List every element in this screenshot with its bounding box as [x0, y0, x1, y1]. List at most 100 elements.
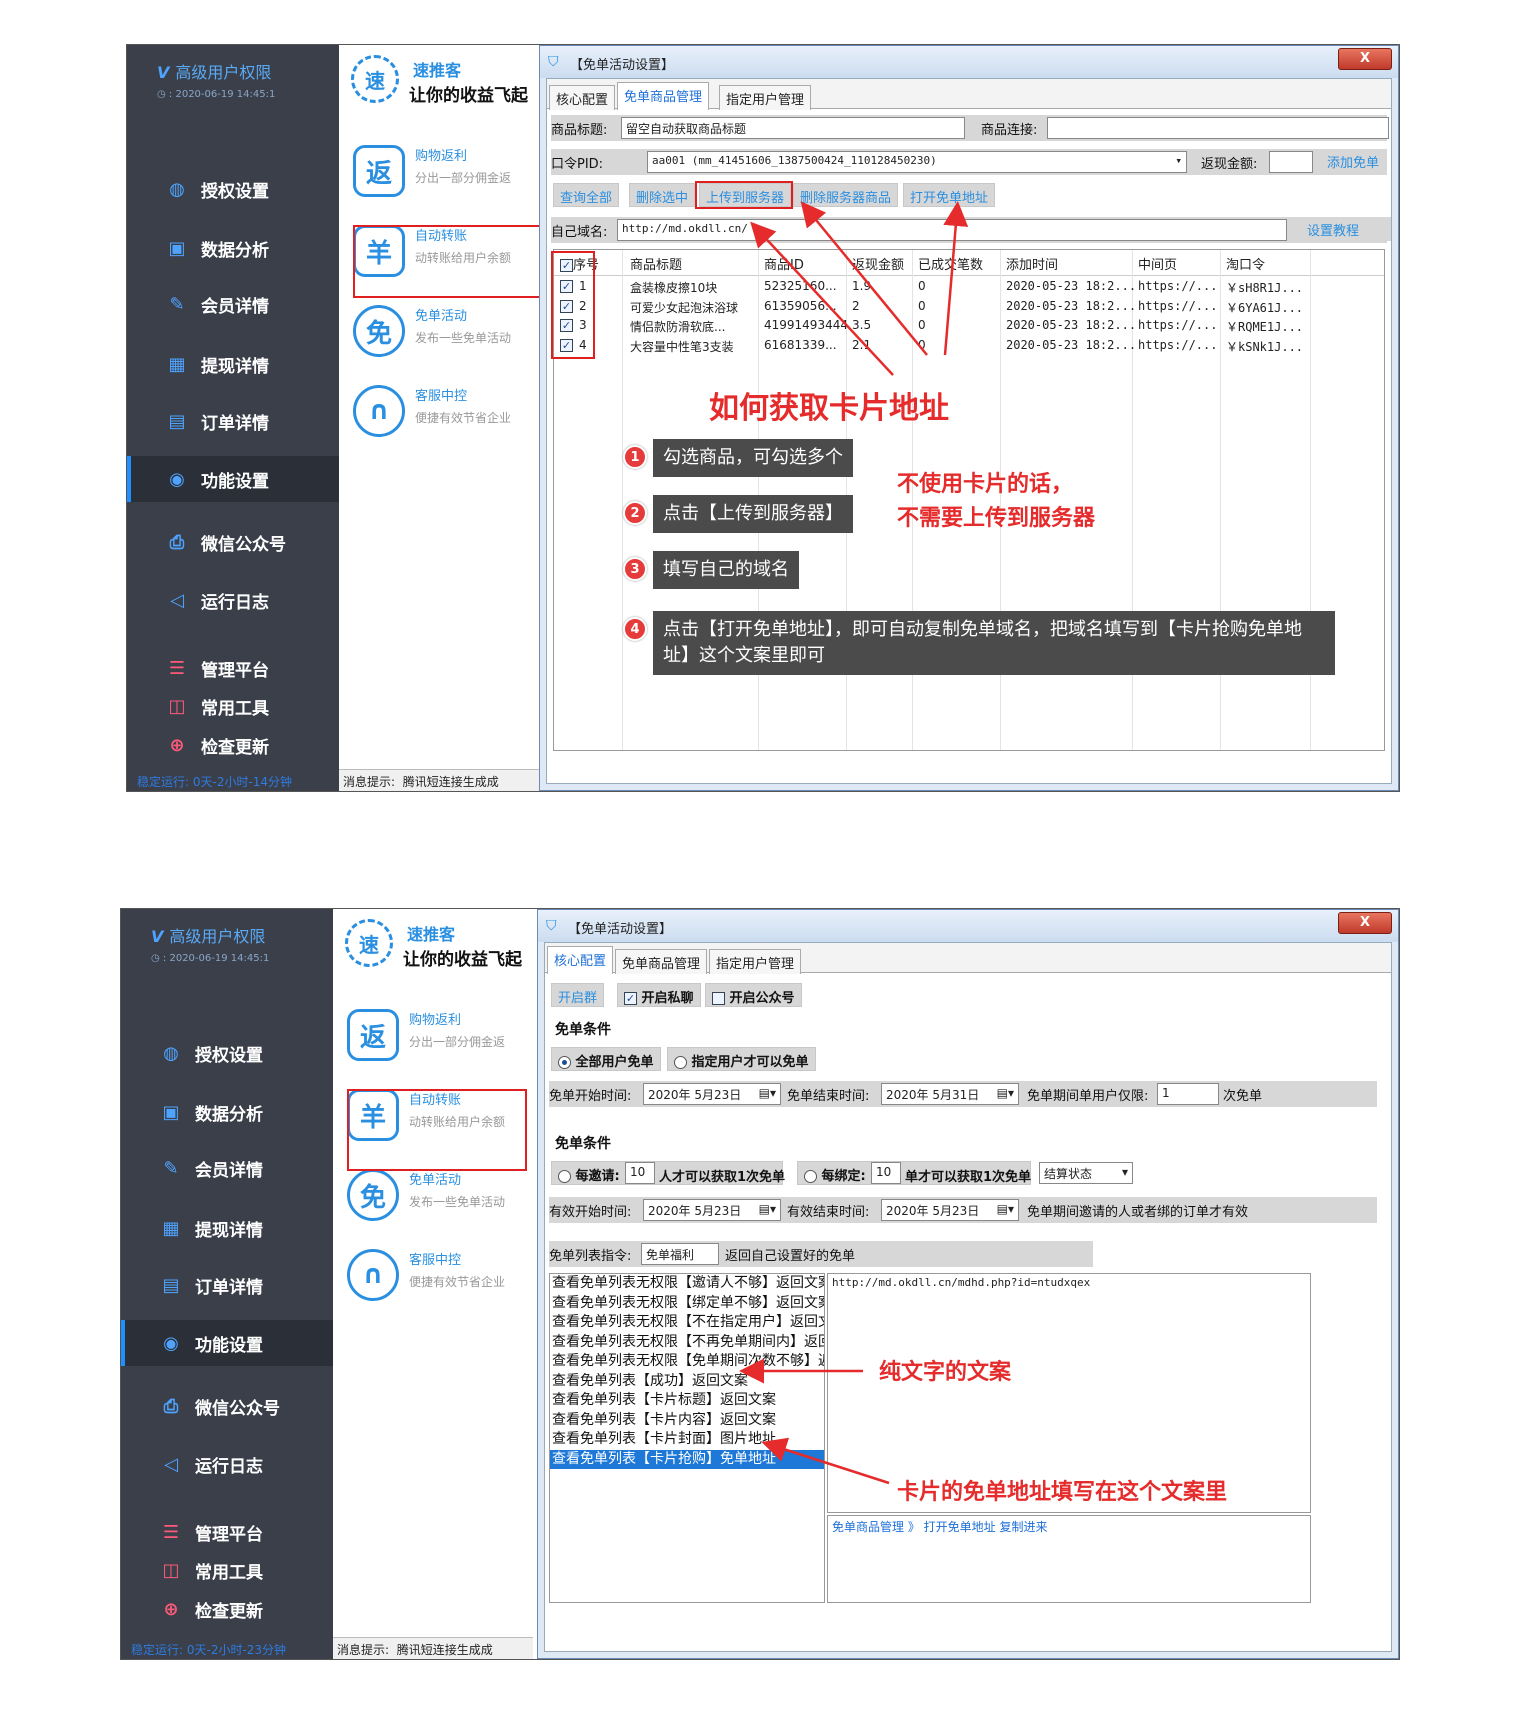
settle-status-select[interactable]: 结算状态 ▾	[1039, 1162, 1133, 1184]
tab-product-manage[interactable]: 免单商品管理	[617, 82, 710, 110]
rebate-icon: 返	[353, 145, 405, 197]
feature-free-order[interactable]: 免 免单活动 发布一些免单活动	[351, 297, 551, 367]
product-title-input[interactable]: 留空自动获取商品标题	[621, 117, 965, 139]
cashback-input[interactable]	[1269, 151, 1313, 173]
valid-start-label: 有效开始时间:	[549, 1205, 632, 1220]
product-title-row: 商品标题: 留空自动获取商品标题 商品连接:	[551, 115, 1389, 141]
tab-user-manage[interactable]: 指定用户管理	[719, 85, 812, 110]
list-item[interactable]: 查看免单列表无权限【邀请人不够】返回文案	[550, 1274, 824, 1294]
sidebar-item-withdraw[interactable]: ▦ 提现详情	[127, 341, 339, 387]
feature-rebate[interactable]: 返 购物返利 分出一部分佣金返	[351, 137, 551, 207]
close-button[interactable]: X	[1338, 912, 1392, 934]
start-date-picker[interactable]: 2020年 5月23日 ▤▾	[643, 1083, 781, 1105]
feature-free-order[interactable]: 免 免单活动 发布一些免单活动	[345, 1161, 545, 1231]
wechat-icon: ◉	[169, 468, 185, 490]
feature-desc: 便捷有效节省企业	[409, 1275, 506, 1289]
tab-core-config[interactable]: 核心配置	[547, 946, 614, 974]
list-item[interactable]: 查看免单列表无权限【绑定单不够】返回文案	[550, 1294, 824, 1314]
highlight-box	[347, 1089, 527, 1171]
official-account-checkbox[interactable]: ✓ 开启公众号	[705, 983, 802, 1007]
table-row[interactable]: ✓ 1 盒装橡皮擦10块 52325160... 1.9 0 2020-05-23 18:2…	[554, 278, 1384, 297]
delete-server-products-button[interactable]: 删除服务器商品	[793, 183, 899, 207]
delete-selected-button[interactable]: 删除选中	[629, 183, 696, 207]
valid-start-picker[interactable]: 2020年 5月23日 ▤▾	[643, 1199, 781, 1221]
sidebar-item-auth[interactable]: ◍ 授权设置	[121, 1030, 333, 1076]
status-bar: 消息提示: 腾讯短连接生成成	[339, 769, 539, 791]
sidebar-item-update[interactable]: ⊕ 检查更新	[121, 1586, 333, 1632]
limit-input[interactable]: 1	[1157, 1083, 1219, 1105]
table-row[interactable]: ✓ 2 可爱少女起泡沫浴球 61359056... 2 0 2020-05-23 18:2.…	[554, 298, 1384, 317]
feature-customer-service[interactable]: ∩ 客服中控 便捷有效节省企业	[345, 1241, 545, 1311]
tab-user-manage[interactable]: 指定用户管理	[709, 949, 802, 974]
radio-off-icon	[804, 1170, 817, 1183]
feature-customer-service[interactable]: ∩ 客服中控 便捷有效节省企业	[351, 377, 551, 447]
sidebar-item-update[interactable]: ⊕ 检查更新	[127, 722, 339, 768]
radio-specified-users[interactable]: 指定用户才可以免单	[667, 1047, 816, 1071]
side-note-1: 不使用卡片的话，	[897, 472, 1074, 497]
sidebar-item-analytics[interactable]: ▣ 数据分析	[127, 225, 339, 271]
add-free-button[interactable]: 添加免单	[1321, 149, 1386, 173]
sidebar-item-members[interactable]: ✎ 会员详情	[127, 281, 339, 327]
tab-product-manage[interactable]: 免单商品管理	[615, 949, 708, 974]
list-item[interactable]: 查看免单列表无权限【不在指定用户】返回文案	[550, 1313, 824, 1333]
sidebar-item-logs[interactable]: ◁ 运行日志	[121, 1441, 333, 1487]
feature-desc: 发布一些免单活动	[409, 1195, 506, 1209]
feature-title: 免单活动	[415, 309, 468, 324]
copy-template-list[interactable]: 查看免单列表无权限【邀请人不够】返回文案 查看免单列表无权限【绑定单不够】返回文案…	[549, 1273, 825, 1603]
hint-box: 免单商品管理 》 打开免单地址 复制进来	[827, 1515, 1311, 1603]
sidebar: V 高级用户权限 ◷ : 2020-06-19 14:45:1 ◍ 授权设置 ▣ 数据…	[127, 45, 339, 791]
cmd-input[interactable]: 免单福利	[641, 1243, 719, 1265]
globe-icon: ◍	[169, 178, 185, 200]
sidebar-item-withdraw[interactable]: ▦ 提现详情	[121, 1205, 333, 1251]
sidebar-item-wechat-official[interactable]: ⎙ 微信公众号	[127, 519, 339, 565]
free-icon: 免	[353, 305, 405, 357]
enable-group-button[interactable]: 开启群	[551, 983, 605, 1007]
list-item[interactable]: 查看免单列表【成功】返回文案	[550, 1372, 824, 1392]
date-value: 2020年 5月23日	[648, 1088, 742, 1102]
radio-all-users[interactable]: 全部用户免单	[551, 1047, 661, 1071]
sidebar-item-logs[interactable]: ◁ 运行日志	[127, 577, 339, 623]
screenshot-top: V 高级用户权限 ◷ : 2020-06-19 14:45:1 ◍ 授权设置 ▣ 数据…	[126, 44, 1400, 792]
shield-icon: ⛉	[546, 918, 557, 934]
query-all-button[interactable]: 查询全部	[553, 183, 620, 207]
bind-count-input[interactable]: 10	[871, 1162, 901, 1184]
sidebar-item-auth[interactable]: ◍ 授权设置	[127, 166, 339, 212]
highlight-box	[353, 225, 541, 298]
table-row[interactable]: ✓ 3 情侣款防滑软底... 41991493444 3.5 0 2020-05-23 18…	[554, 317, 1384, 336]
status-message: 腾讯短连接生成成	[396, 1643, 493, 1657]
table-cell: 2.1	[852, 337, 872, 352]
sidebar-item-functions[interactable]: ◉ 功能设置	[127, 456, 339, 502]
sidebar-item-functions[interactable]: ◉ 功能设置	[121, 1320, 333, 1366]
hint-link[interactable]: 免单商品管理 》 打开免单地址 复制进来	[832, 1520, 1047, 1534]
sidebar-item-analytics[interactable]: ▣ 数据分析	[121, 1089, 333, 1135]
step-text: 点击【上传到服务器】	[653, 495, 853, 533]
pid-select[interactable]: aa001 (mm_41451606_1387500424_1101284502…	[647, 151, 1187, 173]
sidebar-item-members[interactable]: ✎ 会员详情	[121, 1145, 333, 1191]
monitor-icon: ▣	[162, 1101, 180, 1123]
open-free-url-button[interactable]: 打开免单地址	[903, 183, 996, 207]
invite-count-input[interactable]: 10	[625, 1162, 655, 1184]
list-item[interactable]: 查看免单列表【卡片抢购】免单地址	[550, 1449, 824, 1469]
sidebar-item-wechat-official[interactable]: ⎙ 微信公众号	[121, 1383, 333, 1429]
sidebar-item-orders[interactable]: ▤ 订单详情	[121, 1262, 333, 1308]
list-item[interactable]: 查看免单列表无权限【不再免单期间内】返回文	[550, 1333, 824, 1353]
list-item[interactable]: 查看免单列表【卡片内容】返回文案	[550, 1411, 824, 1431]
feature-rebate[interactable]: 返 购物返利 分出一部分佣金返	[345, 1001, 545, 1071]
table-cell: 0	[918, 279, 926, 293]
rebate-icon: 返	[347, 1009, 399, 1061]
list-item[interactable]: 查看免单列表【卡片封面】图片地址	[550, 1430, 824, 1450]
private-chat-checkbox[interactable]: ✓ 开启私聊	[617, 983, 701, 1007]
domain-input[interactable]: http://md.okdll.cn/	[617, 219, 1287, 241]
col-cashback: 返现金额	[852, 258, 905, 273]
valid-end-picker[interactable]: 2020年 5月23日 ▤▾	[881, 1199, 1019, 1221]
table-row[interactable]: ✓ 4 大容量中性笔3支装 61681339... 2.1 0 2020-05-23 18:…	[554, 337, 1384, 356]
edit-icon: ✎	[169, 293, 185, 315]
sidebar-item-orders[interactable]: ▤ 订单详情	[127, 398, 339, 444]
tab-core-config[interactable]: 核心配置	[549, 85, 616, 110]
tutorial-button[interactable]: 设置教程	[1301, 217, 1391, 241]
product-link-input[interactable]	[1047, 117, 1389, 139]
list-item[interactable]: 查看免单列表无权限【免单期间次数不够】返回	[550, 1352, 824, 1372]
end-date-picker[interactable]: 2020年 5月31日 ▤▾	[881, 1083, 1019, 1105]
close-button[interactable]: X	[1338, 48, 1392, 70]
list-item[interactable]: 查看免单列表【卡片标题】返回文案	[550, 1391, 824, 1411]
